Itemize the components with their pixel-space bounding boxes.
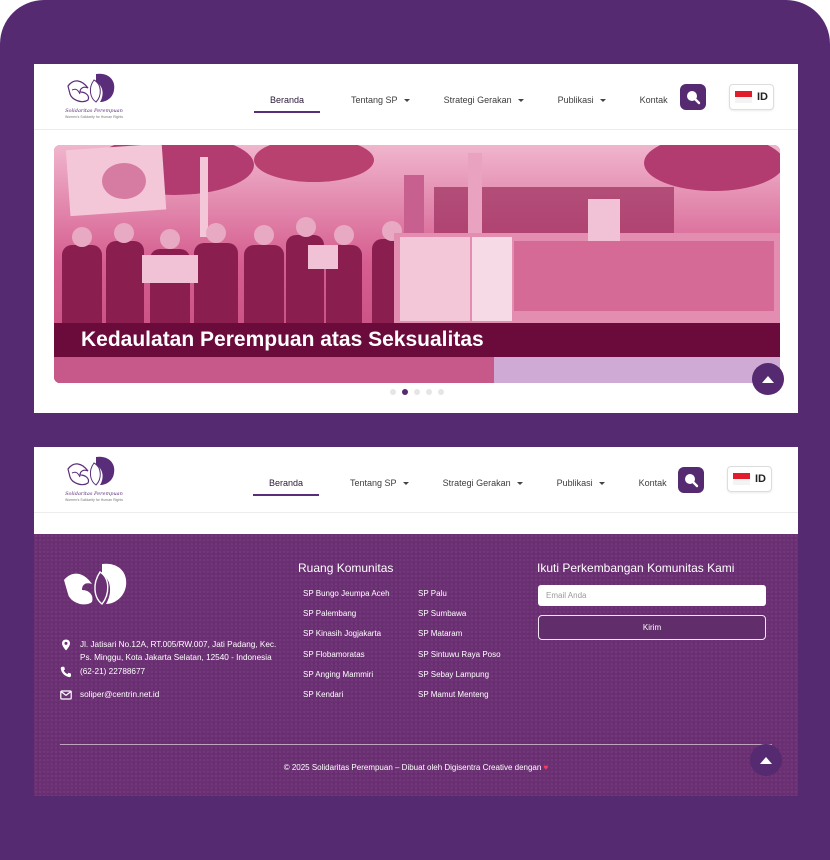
site-logo[interactable]: Solidaritas Perempuan Women's Solidarity… — [64, 72, 123, 122]
homepage-panel: Solidaritas Perempuan Women's Solidarity… — [34, 64, 798, 413]
logo-mark-icon — [67, 456, 115, 486]
logo-name: Solidaritas Perempuan — [65, 491, 123, 497]
phone-row[interactable]: (62-21) 22788677 — [60, 665, 145, 678]
slider-dot[interactable] — [426, 389, 432, 395]
copyright-text: © 2025 Solidaritas Perempuan – Dibuat ol… — [283, 763, 542, 772]
slider-dots — [390, 389, 444, 395]
nav-publikasi[interactable]: Publikasi — [558, 95, 606, 105]
slider-dot-active[interactable] — [402, 389, 408, 395]
nav-kontak-label: Kontak — [638, 478, 667, 488]
community-link[interactable]: SP Sebay Lampung — [418, 670, 501, 690]
chevron-down-icon — [402, 481, 409, 485]
scroll-to-top-button[interactable] — [752, 363, 784, 395]
hero-slider[interactable]: Kedaulatan Perempuan atas Seksualitas — [54, 145, 780, 383]
chevron-down-icon — [516, 481, 523, 485]
map-pin-icon — [62, 639, 70, 651]
footer-divider — [60, 744, 772, 745]
heart-icon: ♥ — [543, 763, 549, 772]
chevron-down-icon — [517, 98, 524, 102]
slider-dot[interactable] — [414, 389, 420, 395]
footer-email: soliper@centrin.net.id — [80, 690, 160, 699]
footer-panel: Solidaritas Perempuan Women's Solidarity… — [34, 447, 798, 796]
chevron-down-icon — [599, 98, 606, 102]
search-icon — [685, 474, 699, 488]
nav-kontak[interactable]: Kontak — [640, 95, 668, 105]
community-link[interactable]: SP Bungo Jeumpa Aceh — [303, 589, 390, 609]
nav-beranda[interactable]: Beranda — [252, 478, 320, 496]
logo-tagline: Women's Solidarity for Human Rights — [65, 498, 123, 502]
community-title: Ruang Komunitas — [298, 561, 394, 575]
nav-strategi-label: Strategi Gerakan — [443, 95, 512, 105]
community-link[interactable]: SP Palembang — [303, 609, 390, 629]
newsletter-email-input[interactable] — [538, 585, 766, 606]
logo-tagline: Women's Solidarity for Human Rights — [65, 115, 123, 119]
indonesia-flag-icon — [733, 473, 750, 485]
main-menu: Beranda Tentang SP Strategi Gerakan Publ… — [252, 473, 667, 496]
scroll-to-top-button[interactable] — [750, 744, 782, 776]
logo-mark-icon — [67, 73, 115, 103]
nav-kontak[interactable]: Kontak — [639, 478, 667, 488]
chevron-up-icon — [760, 757, 772, 764]
logo-name: Solidaritas Perempuan — [65, 108, 123, 114]
nav-tentang-sp[interactable]: Tentang SP — [351, 95, 410, 105]
address-row: Jl. Jatisari No.12A, RT.005/RW.007, Jati… — [60, 638, 290, 664]
main-menu: Beranda Tentang SP Strategi Gerakan Publ… — [253, 90, 668, 113]
nav-publikasi[interactable]: Publikasi — [557, 478, 605, 488]
nav-tentang-sp-label: Tentang SP — [350, 478, 397, 488]
phone-icon — [60, 666, 71, 678]
top-navbar: Solidaritas Perempuan Women's Solidarity… — [34, 447, 798, 513]
copyright-line: © 2025 Solidaritas Perempuan – Dibuat ol… — [34, 763, 798, 772]
nav-beranda-label: Beranda — [269, 478, 304, 488]
community-link[interactable]: SP Palu — [418, 589, 501, 609]
newsletter-submit-button[interactable]: Kirim — [538, 615, 766, 640]
nav-publikasi-label: Publikasi — [557, 95, 594, 105]
chevron-up-icon — [762, 376, 774, 383]
nav-tentang-sp[interactable]: Tentang SP — [350, 478, 409, 488]
community-link[interactable]: SP Kinasih Jogjakarta — [303, 629, 390, 649]
site-footer: Jl. Jatisari No.12A, RT.005/RW.007, Jati… — [34, 534, 798, 796]
mail-icon — [60, 690, 72, 700]
language-switch[interactable]: ID — [727, 466, 772, 492]
community-list-right: SP Palu SP Sumbawa SP Mataram SP Sintuwu… — [418, 589, 501, 710]
language-code: ID — [757, 91, 768, 103]
language-code: ID — [755, 473, 766, 485]
nav-strategi-gerakan[interactable]: Strategi Gerakan — [444, 95, 524, 105]
community-link[interactable]: SP Mamut Menteng — [418, 690, 501, 710]
top-navbar: Solidaritas Perempuan Women's Solidarity… — [34, 64, 798, 130]
community-link[interactable]: SP Mataram — [418, 629, 501, 649]
nav-strategi-gerakan[interactable]: Strategi Gerakan — [443, 478, 523, 488]
hero-caption: Kedaulatan Perempuan atas Seksualitas — [54, 323, 780, 357]
nav-kontak-label: Kontak — [639, 95, 668, 105]
community-link[interactable]: SP Sumbawa — [418, 609, 501, 629]
nav-strategi-label: Strategi Gerakan — [442, 478, 511, 488]
newsletter-title: Ikuti Perkembangan Komunitas Kami — [537, 561, 735, 575]
search-icon — [687, 91, 701, 105]
community-link[interactable]: SP Kendari — [303, 690, 390, 710]
indonesia-flag-icon — [735, 91, 752, 103]
community-list-left: SP Bungo Jeumpa Aceh SP Palembang SP Kin… — [303, 589, 390, 710]
search-button[interactable] — [680, 84, 706, 110]
chevron-down-icon — [403, 98, 410, 102]
chevron-down-icon — [598, 481, 605, 485]
slider-dot[interactable] — [390, 389, 396, 395]
language-switch[interactable]: ID — [729, 84, 774, 110]
nav-beranda[interactable]: Beranda — [253, 95, 321, 113]
footer-logo-mark-icon — [64, 563, 127, 605]
nav-publikasi-label: Publikasi — [556, 478, 593, 488]
nav-tentang-sp-label: Tentang SP — [351, 95, 398, 105]
slider-dot[interactable] — [438, 389, 444, 395]
footer-logo[interactable] — [60, 562, 130, 615]
community-link[interactable]: SP Flobamoratas — [303, 650, 390, 670]
footer-phone: (62-21) 22788677 — [80, 667, 146, 676]
nav-beranda-label: Beranda — [270, 95, 305, 105]
search-button[interactable] — [678, 467, 704, 493]
footer-address: Jl. Jatisari No.12A, RT.005/RW.007, Jati… — [80, 640, 277, 662]
site-logo[interactable]: Solidaritas Perempuan Women's Solidarity… — [64, 455, 123, 505]
community-link[interactable]: SP Anging Mammiri — [303, 670, 390, 690]
community-link[interactable]: SP Sintuwu Raya Poso — [418, 650, 501, 670]
email-row[interactable]: soliper@centrin.net.id — [60, 688, 159, 701]
